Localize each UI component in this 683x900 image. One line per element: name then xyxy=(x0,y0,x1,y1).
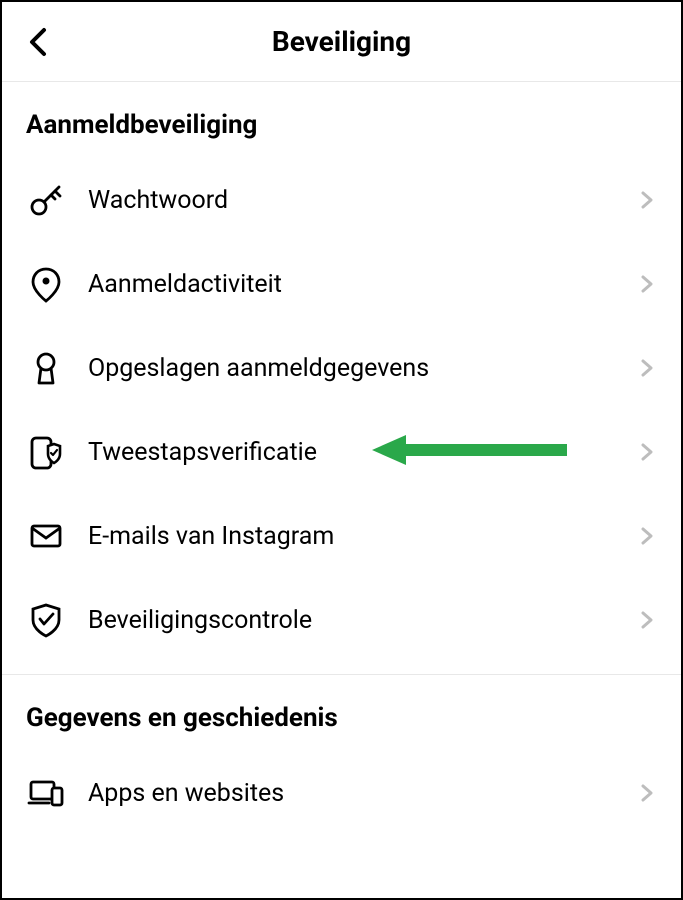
back-button[interactable] xyxy=(22,26,54,58)
list-item-saved-login[interactable]: Opgeslagen aanmeldgegevens xyxy=(2,326,681,410)
shield-check-icon xyxy=(26,600,66,640)
chevron-right-icon xyxy=(637,526,657,546)
list-item-security-checkup[interactable]: Beveiligingscontrole xyxy=(2,578,681,662)
chevron-right-icon xyxy=(637,274,657,294)
list-item-password[interactable]: Wachtwoord xyxy=(2,158,681,242)
list-item-label: Aanmeldactiviteit xyxy=(88,270,637,299)
page-title: Beveiliging xyxy=(22,25,661,58)
list-item-label: E-mails van Instagram xyxy=(88,522,637,551)
chevron-right-icon xyxy=(637,442,657,462)
chevron-right-icon xyxy=(637,358,657,378)
chevron-right-icon xyxy=(637,783,657,803)
header: Beveiliging xyxy=(2,2,681,82)
key-icon xyxy=(26,180,66,220)
chevron-right-icon xyxy=(637,190,657,210)
mail-icon xyxy=(26,516,66,556)
list-item-label: Tweestapsverificatie xyxy=(88,438,637,467)
list-item-label: Opgeslagen aanmeldgegevens xyxy=(88,354,637,383)
two-factor-icon xyxy=(26,432,66,472)
chevron-right-icon xyxy=(637,610,657,630)
list-item-two-factor[interactable]: Tweestapsverificatie xyxy=(2,410,681,494)
list-item-login-activity[interactable]: Aanmeldactiviteit xyxy=(2,242,681,326)
section-header-data-history: Gegevens en geschiedenis xyxy=(2,675,681,751)
location-pin-icon xyxy=(26,264,66,304)
section-header-login-security: Aanmeldbeveiliging xyxy=(2,82,681,158)
list-item-label: Beveiligingscontrole xyxy=(88,606,637,635)
chevron-left-icon xyxy=(28,26,48,58)
list-item-label: Wachtwoord xyxy=(88,186,637,215)
list-item-label: Apps en websites xyxy=(88,779,637,808)
keyhole-icon xyxy=(26,348,66,388)
list-item-apps-websites[interactable]: Apps en websites xyxy=(2,751,681,835)
list-item-emails[interactable]: E-mails van Instagram xyxy=(2,494,681,578)
devices-icon xyxy=(26,773,66,813)
